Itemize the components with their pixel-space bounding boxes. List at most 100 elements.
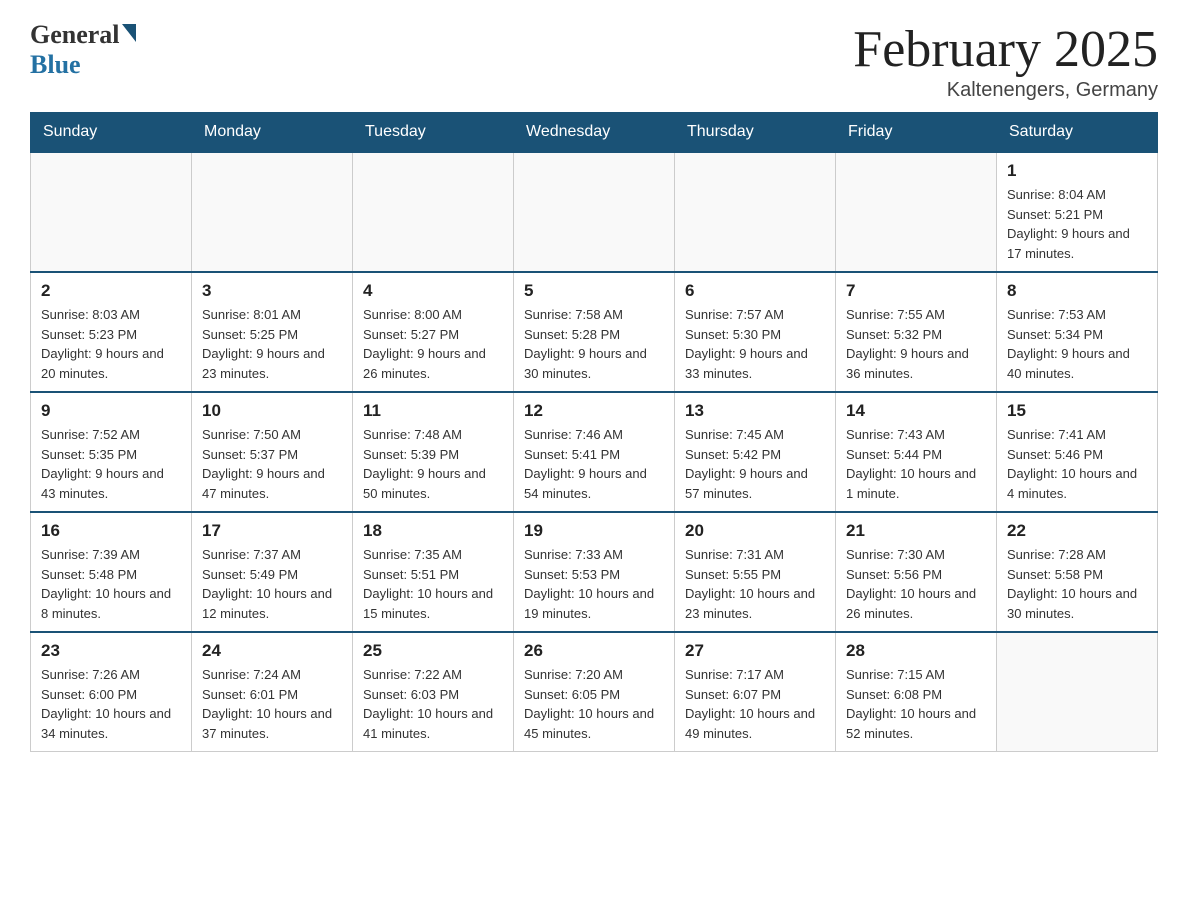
calendar-cell: 8 Sunrise: 7:53 AM Sunset: 5:34 PM Daylig… — [997, 272, 1158, 392]
day-info: Sunrise: 7:50 AM Sunset: 5:37 PM Dayligh… — [202, 425, 342, 503]
calendar-cell: 7Sunrise: 7:55 AM Sunset: 5:32 PM Daylig… — [836, 272, 997, 392]
day-info: Sunrise: 7:35 AM Sunset: 5:51 PM Dayligh… — [363, 545, 503, 623]
weekday-header-wednesday: Wednesday — [514, 113, 675, 153]
logo-blue-text: Blue — [30, 50, 81, 79]
day-number: 3 — [202, 281, 342, 301]
day-number: 22 — [1007, 521, 1147, 541]
calendar-cell: 19 Sunrise: 7:33 AM Sunset: 5:53 PM Dayli… — [514, 512, 675, 632]
calendar-cell: 1Sunrise: 8:04 AM Sunset: 5:21 PM Daylig… — [997, 152, 1158, 272]
day-info: Sunrise: 7:33 AM Sunset: 5:53 PM Dayligh… — [524, 545, 664, 623]
day-number: 16 — [41, 521, 181, 541]
calendar-cell: 16Sunrise: 7:39 AM Sunset: 5:48 PM Dayli… — [31, 512, 192, 632]
calendar-cell: 4 Sunrise: 8:00 AM Sunset: 5:27 PM Daylig… — [353, 272, 514, 392]
logo: General Blue — [30, 20, 136, 80]
week-row-1: 1Sunrise: 8:04 AM Sunset: 5:21 PM Daylig… — [31, 152, 1158, 272]
logo-arrow-icon — [122, 24, 136, 42]
weekday-header-sunday: Sunday — [31, 113, 192, 153]
day-info: Sunrise: 7:43 AM Sunset: 5:44 PM Dayligh… — [846, 425, 986, 503]
day-number: 10 — [202, 401, 342, 421]
day-number: 8 — [1007, 281, 1147, 301]
calendar-cell: 10 Sunrise: 7:50 AM Sunset: 5:37 PM Dayli… — [192, 392, 353, 512]
calendar-cell: 9 Sunrise: 7:52 AM Sunset: 5:35 PM Daylig… — [31, 392, 192, 512]
day-number: 7 — [846, 281, 986, 301]
month-title: February 2025 — [853, 20, 1158, 79]
calendar-cell: 18 Sunrise: 7:35 AM Sunset: 5:51 PM Dayli… — [353, 512, 514, 632]
day-number: 25 — [363, 641, 503, 661]
calendar-cell: 24 Sunrise: 7:24 AM Sunset: 6:01 PM Dayli… — [192, 632, 353, 752]
calendar-cell — [997, 632, 1158, 752]
day-number: 23 — [41, 641, 181, 661]
day-number: 2 — [41, 281, 181, 301]
calendar-cell: 5 Sunrise: 7:58 AM Sunset: 5:28 PM Daylig… — [514, 272, 675, 392]
calendar-cell: 25 Sunrise: 7:22 AM Sunset: 6:03 PM Dayli… — [353, 632, 514, 752]
weekday-header-saturday: Saturday — [997, 113, 1158, 153]
calendar-cell: 22 Sunrise: 7:28 AM Sunset: 5:58 PM Dayli… — [997, 512, 1158, 632]
calendar-cell — [353, 152, 514, 272]
title-block: February 2025 Kaltenengers, Germany — [853, 20, 1158, 102]
calendar-cell: 2Sunrise: 8:03 AM Sunset: 5:23 PM Daylig… — [31, 272, 192, 392]
calendar-cell: 27 Sunrise: 7:17 AM Sunset: 6:07 PM Dayli… — [675, 632, 836, 752]
calendar-cell — [514, 152, 675, 272]
calendar-cell: 20Sunrise: 7:31 AM Sunset: 5:55 PM Dayli… — [675, 512, 836, 632]
day-number: 21 — [846, 521, 986, 541]
day-number: 9 — [41, 401, 181, 421]
calendar-cell — [192, 152, 353, 272]
weekday-header-thursday: Thursday — [675, 113, 836, 153]
week-row-4: 16Sunrise: 7:39 AM Sunset: 5:48 PM Dayli… — [31, 512, 1158, 632]
calendar-cell: 17 Sunrise: 7:37 AM Sunset: 5:49 PM Dayli… — [192, 512, 353, 632]
day-number: 27 — [685, 641, 825, 661]
day-info: Sunrise: 7:15 AM Sunset: 6:08 PM Dayligh… — [846, 665, 986, 743]
day-number: 17 — [202, 521, 342, 541]
location-subtitle: Kaltenengers, Germany — [853, 79, 1158, 102]
day-info: Sunrise: 7:31 AM Sunset: 5:55 PM Dayligh… — [685, 545, 825, 623]
day-info: Sunrise: 7:30 AM Sunset: 5:56 PM Dayligh… — [846, 545, 986, 623]
day-info: Sunrise: 7:22 AM Sunset: 6:03 PM Dayligh… — [363, 665, 503, 743]
weekday-header-tuesday: Tuesday — [353, 113, 514, 153]
calendar-cell — [31, 152, 192, 272]
calendar-cell: 11 Sunrise: 7:48 AM Sunset: 5:39 PM Dayli… — [353, 392, 514, 512]
day-number: 4 — [363, 281, 503, 301]
calendar-cell: 23 Sunrise: 7:26 AM Sunset: 6:00 PM Dayli… — [31, 632, 192, 752]
day-number: 24 — [202, 641, 342, 661]
calendar-table: SundayMondayTuesdayWednesdayThursdayFrid… — [30, 112, 1158, 752]
day-info: Sunrise: 7:28 AM Sunset: 5:58 PM Dayligh… — [1007, 545, 1147, 623]
day-info: Sunrise: 7:53 AM Sunset: 5:34 PM Dayligh… — [1007, 305, 1147, 383]
day-info: Sunrise: 8:00 AM Sunset: 5:27 PM Dayligh… — [363, 305, 503, 383]
day-info: Sunrise: 7:52 AM Sunset: 5:35 PM Dayligh… — [41, 425, 181, 503]
page-header: General Blue February 2025 Kaltenengers,… — [30, 20, 1158, 102]
calendar-cell: 26 Sunrise: 7:20 AM Sunset: 6:05 PM Dayli… — [514, 632, 675, 752]
day-info: Sunrise: 7:57 AM Sunset: 5:30 PM Dayligh… — [685, 305, 825, 383]
week-row-5: 23 Sunrise: 7:26 AM Sunset: 6:00 PM Dayli… — [31, 632, 1158, 752]
weekday-header-monday: Monday — [192, 113, 353, 153]
day-number: 19 — [524, 521, 664, 541]
calendar-cell: 28 Sunrise: 7:15 AM Sunset: 6:08 PM Dayli… — [836, 632, 997, 752]
calendar-cell: 14 Sunrise: 7:43 AM Sunset: 5:44 PM Dayli… — [836, 392, 997, 512]
calendar-cell: 15Sunrise: 7:41 AM Sunset: 5:46 PM Dayli… — [997, 392, 1158, 512]
day-number: 5 — [524, 281, 664, 301]
day-info: Sunrise: 7:26 AM Sunset: 6:00 PM Dayligh… — [41, 665, 181, 743]
day-info: Sunrise: 7:17 AM Sunset: 6:07 PM Dayligh… — [685, 665, 825, 743]
calendar-cell: 21 Sunrise: 7:30 AM Sunset: 5:56 PM Dayli… — [836, 512, 997, 632]
day-info: Sunrise: 7:20 AM Sunset: 6:05 PM Dayligh… — [524, 665, 664, 743]
day-number: 12 — [524, 401, 664, 421]
day-number: 18 — [363, 521, 503, 541]
day-info: Sunrise: 7:37 AM Sunset: 5:49 PM Dayligh… — [202, 545, 342, 623]
weekday-header-friday: Friday — [836, 113, 997, 153]
calendar-cell — [836, 152, 997, 272]
calendar-cell: 3 Sunrise: 8:01 AM Sunset: 5:25 PM Daylig… — [192, 272, 353, 392]
day-number: 26 — [524, 641, 664, 661]
day-info: Sunrise: 7:41 AM Sunset: 5:46 PM Dayligh… — [1007, 425, 1147, 503]
day-number: 11 — [363, 401, 503, 421]
day-number: 28 — [846, 641, 986, 661]
day-number: 14 — [846, 401, 986, 421]
day-info: Sunrise: 7:46 AM Sunset: 5:41 PM Dayligh… — [524, 425, 664, 503]
week-row-2: 2Sunrise: 8:03 AM Sunset: 5:23 PM Daylig… — [31, 272, 1158, 392]
calendar-cell — [675, 152, 836, 272]
day-info: Sunrise: 7:24 AM Sunset: 6:01 PM Dayligh… — [202, 665, 342, 743]
day-info: Sunrise: 7:58 AM Sunset: 5:28 PM Dayligh… — [524, 305, 664, 383]
day-info: Sunrise: 7:48 AM Sunset: 5:39 PM Dayligh… — [363, 425, 503, 503]
weekday-header-row: SundayMondayTuesdayWednesdayThursdayFrid… — [31, 113, 1158, 153]
day-number: 1 — [1007, 161, 1147, 181]
day-info: Sunrise: 8:01 AM Sunset: 5:25 PM Dayligh… — [202, 305, 342, 383]
day-number: 6 — [685, 281, 825, 301]
